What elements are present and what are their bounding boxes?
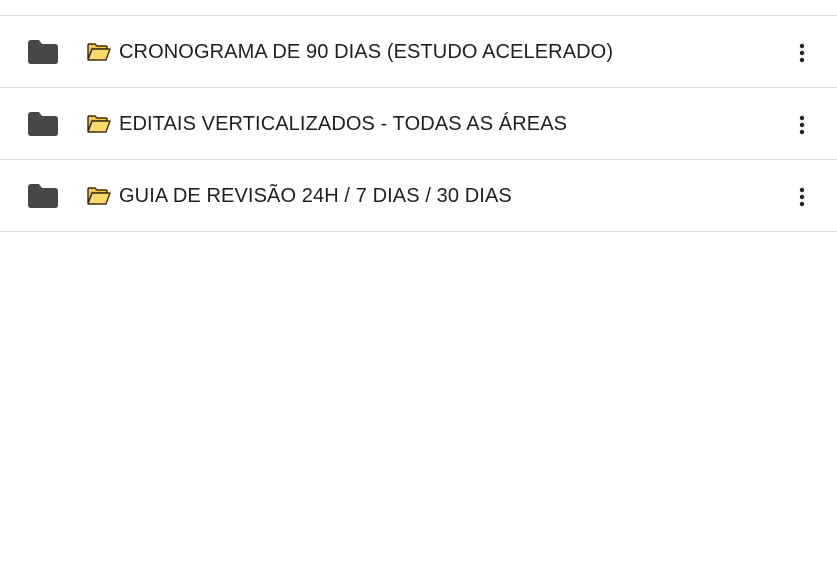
more-vert-icon bbox=[799, 115, 805, 135]
folder-list: CRONOGRAMA DE 90 DIAS (ESTUDO ACELERADO)… bbox=[0, 16, 837, 232]
more-vert-icon bbox=[799, 43, 805, 63]
folder-icon bbox=[28, 184, 58, 208]
more-options-button[interactable] bbox=[786, 108, 818, 140]
open-file-folder-icon bbox=[87, 43, 111, 61]
folder-row[interactable]: GUIA DE REVISÃO 24H / 7 DIAS / 30 DIAS bbox=[0, 160, 837, 232]
open-file-folder-icon bbox=[87, 115, 111, 133]
folder-icon bbox=[28, 40, 58, 64]
folder-row[interactable]: CRONOGRAMA DE 90 DIAS (ESTUDO ACELERADO) bbox=[0, 16, 837, 88]
folder-name[interactable]: EDITAIS VERTICALIZADOS - TODAS AS ÁREAS bbox=[119, 112, 567, 136]
folder-icon bbox=[28, 112, 58, 136]
more-vert-icon bbox=[799, 187, 805, 207]
more-options-button[interactable] bbox=[786, 180, 818, 212]
more-options-button[interactable] bbox=[786, 36, 818, 68]
folder-name[interactable]: GUIA DE REVISÃO 24H / 7 DIAS / 30 DIAS bbox=[119, 184, 512, 208]
open-file-folder-icon bbox=[87, 187, 111, 205]
folder-name[interactable]: CRONOGRAMA DE 90 DIAS (ESTUDO ACELERADO) bbox=[119, 40, 613, 64]
folder-row[interactable]: EDITAIS VERTICALIZADOS - TODAS AS ÁREAS bbox=[0, 88, 837, 160]
